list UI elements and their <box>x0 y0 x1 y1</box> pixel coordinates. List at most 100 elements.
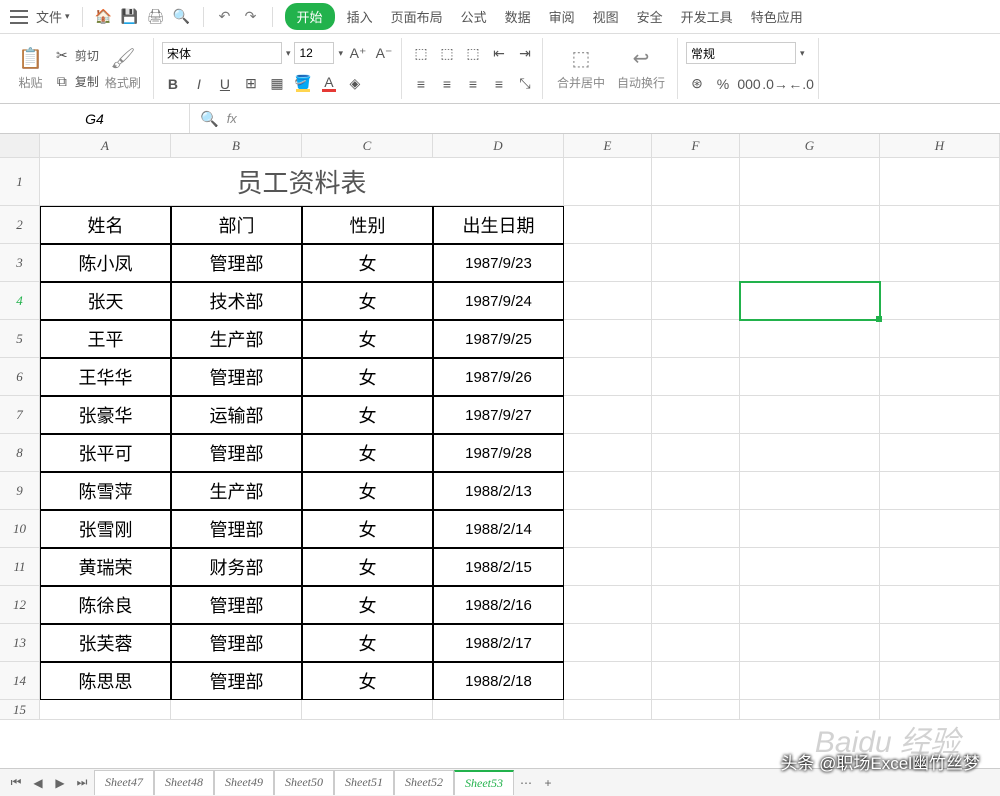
col-head-A[interactable]: A <box>40 134 171 158</box>
orientation-icon[interactable]: ⤡ <box>514 73 536 95</box>
cell-8-F[interactable] <box>652 434 740 472</box>
cell-9-H[interactable] <box>880 472 1000 510</box>
merge-center-button[interactable]: ⬚合并居中 <box>551 44 611 93</box>
cell-15-C[interactable] <box>302 700 433 720</box>
tab-more-icon[interactable]: ⋯ <box>516 776 536 790</box>
cell-2-F[interactable] <box>652 206 740 244</box>
percent-icon[interactable]: % <box>712 73 734 95</box>
cell-1-E[interactable] <box>564 158 652 206</box>
row-head-4[interactable]: 4 <box>0 282 40 320</box>
data-cell-13-3[interactable]: 1988/2/17 <box>433 624 564 662</box>
cell-8-H[interactable] <box>880 434 1000 472</box>
cell-13-G[interactable] <box>740 624 880 662</box>
data-cell-13-2[interactable]: 女 <box>302 624 433 662</box>
data-cell-6-0[interactable]: 王华华 <box>40 358 171 396</box>
font-color-button[interactable]: A <box>318 73 340 95</box>
align-justify-icon[interactable]: ≡ <box>488 73 510 95</box>
currency-icon[interactable]: ⊛ <box>686 73 708 95</box>
data-cell-13-1[interactable]: 管理部 <box>171 624 302 662</box>
decrease-font-icon[interactable]: A⁻ <box>373 42 395 64</box>
sheet-tab-Sheet51[interactable]: Sheet51 <box>334 770 394 795</box>
fill-pattern-button[interactable]: ▦ <box>266 73 288 95</box>
data-cell-7-2[interactable]: 女 <box>302 396 433 434</box>
sheet-tab-Sheet53[interactable]: Sheet53 <box>454 770 514 795</box>
tab-nav-last-icon[interactable]: ⏭ <box>72 775 92 790</box>
cell-6-F[interactable] <box>652 358 740 396</box>
menu-item-4[interactable]: 数据 <box>499 3 537 30</box>
cell-3-H[interactable] <box>880 244 1000 282</box>
cell-5-H[interactable] <box>880 320 1000 358</box>
home-icon[interactable]: 🏠 <box>95 8 113 26</box>
cell-10-F[interactable] <box>652 510 740 548</box>
print-icon[interactable]: 🖨 <box>147 8 165 26</box>
data-cell-6-3[interactable]: 1987/9/26 <box>433 358 564 396</box>
cell-15-D[interactable] <box>433 700 564 720</box>
cell-13-H[interactable] <box>880 624 1000 662</box>
preview-icon[interactable]: 🔍 <box>173 8 191 26</box>
data-cell-8-2[interactable]: 女 <box>302 434 433 472</box>
data-cell-3-2[interactable]: 女 <box>302 244 433 282</box>
data-cell-14-1[interactable]: 管理部 <box>171 662 302 700</box>
cell-11-H[interactable] <box>880 548 1000 586</box>
file-menu[interactable]: 文件▾ <box>36 7 70 26</box>
indent-decrease-icon[interactable]: ⇤ <box>488 42 510 64</box>
menu-item-9[interactable]: 特色应用 <box>745 3 809 30</box>
menu-item-8[interactable]: 开发工具 <box>675 3 739 30</box>
data-cell-7-1[interactable]: 运输部 <box>171 396 302 434</box>
paste-button[interactable]: 📋粘贴 <box>12 44 49 93</box>
row-head-15[interactable]: 15 <box>0 700 40 720</box>
fill-color-button[interactable]: 🪣 <box>292 73 314 95</box>
cell-3-G[interactable] <box>740 244 880 282</box>
header-cell-0[interactable]: 姓名 <box>40 206 171 244</box>
formula-input[interactable] <box>245 108 990 130</box>
menu-item-5[interactable]: 审阅 <box>543 3 581 30</box>
cell-5-G[interactable] <box>740 320 880 358</box>
cell-11-E[interactable] <box>564 548 652 586</box>
cell-13-E[interactable] <box>564 624 652 662</box>
header-cell-3[interactable]: 出生日期 <box>433 206 564 244</box>
cell-8-G[interactable] <box>740 434 880 472</box>
cell-14-H[interactable] <box>880 662 1000 700</box>
data-cell-3-1[interactable]: 管理部 <box>171 244 302 282</box>
cell-1-F[interactable] <box>652 158 740 206</box>
data-cell-7-3[interactable]: 1987/9/27 <box>433 396 564 434</box>
save-icon[interactable]: 💾 <box>121 8 139 26</box>
cut-button[interactable]: ✂剪切 <box>53 44 99 68</box>
sheet-tab-Sheet47[interactable]: Sheet47 <box>94 770 154 795</box>
clear-format-button[interactable]: ◈ <box>344 73 366 95</box>
cell-13-F[interactable] <box>652 624 740 662</box>
tab-add-icon[interactable]: + <box>538 776 558 790</box>
data-cell-11-3[interactable]: 1988/2/15 <box>433 548 564 586</box>
data-cell-5-2[interactable]: 女 <box>302 320 433 358</box>
data-cell-8-3[interactable]: 1987/9/28 <box>433 434 564 472</box>
cell-4-E[interactable] <box>564 282 652 320</box>
cell-15-E[interactable] <box>564 700 652 720</box>
sheet-tab-Sheet48[interactable]: Sheet48 <box>154 770 214 795</box>
cell-9-F[interactable] <box>652 472 740 510</box>
cell-3-F[interactable] <box>652 244 740 282</box>
data-cell-5-3[interactable]: 1987/9/25 <box>433 320 564 358</box>
cell-10-E[interactable] <box>564 510 652 548</box>
select-all-corner[interactable] <box>0 134 40 158</box>
data-cell-9-3[interactable]: 1988/2/13 <box>433 472 564 510</box>
font-name-input[interactable] <box>162 42 282 64</box>
cell-5-E[interactable] <box>564 320 652 358</box>
row-head-1[interactable]: 1 <box>0 158 40 206</box>
menu-item-6[interactable]: 视图 <box>587 3 625 30</box>
cell-3-E[interactable] <box>564 244 652 282</box>
row-head-3[interactable]: 3 <box>0 244 40 282</box>
font-size-input[interactable] <box>294 42 334 64</box>
tab-nav-prev-icon[interactable]: ◀ <box>28 776 48 790</box>
menu-item-1[interactable]: 插入 <box>341 3 379 30</box>
cell-15-G[interactable] <box>740 700 880 720</box>
cell-6-G[interactable] <box>740 358 880 396</box>
data-cell-8-1[interactable]: 管理部 <box>171 434 302 472</box>
col-head-H[interactable]: H <box>880 134 1000 158</box>
undo-icon[interactable]: ↶ <box>216 8 234 26</box>
align-middle-icon[interactable]: ⬚ <box>436 42 458 64</box>
data-cell-13-0[interactable]: 张芙蓉 <box>40 624 171 662</box>
cell-10-H[interactable] <box>880 510 1000 548</box>
col-head-F[interactable]: F <box>652 134 740 158</box>
cell-7-G[interactable] <box>740 396 880 434</box>
cell-9-G[interactable] <box>740 472 880 510</box>
